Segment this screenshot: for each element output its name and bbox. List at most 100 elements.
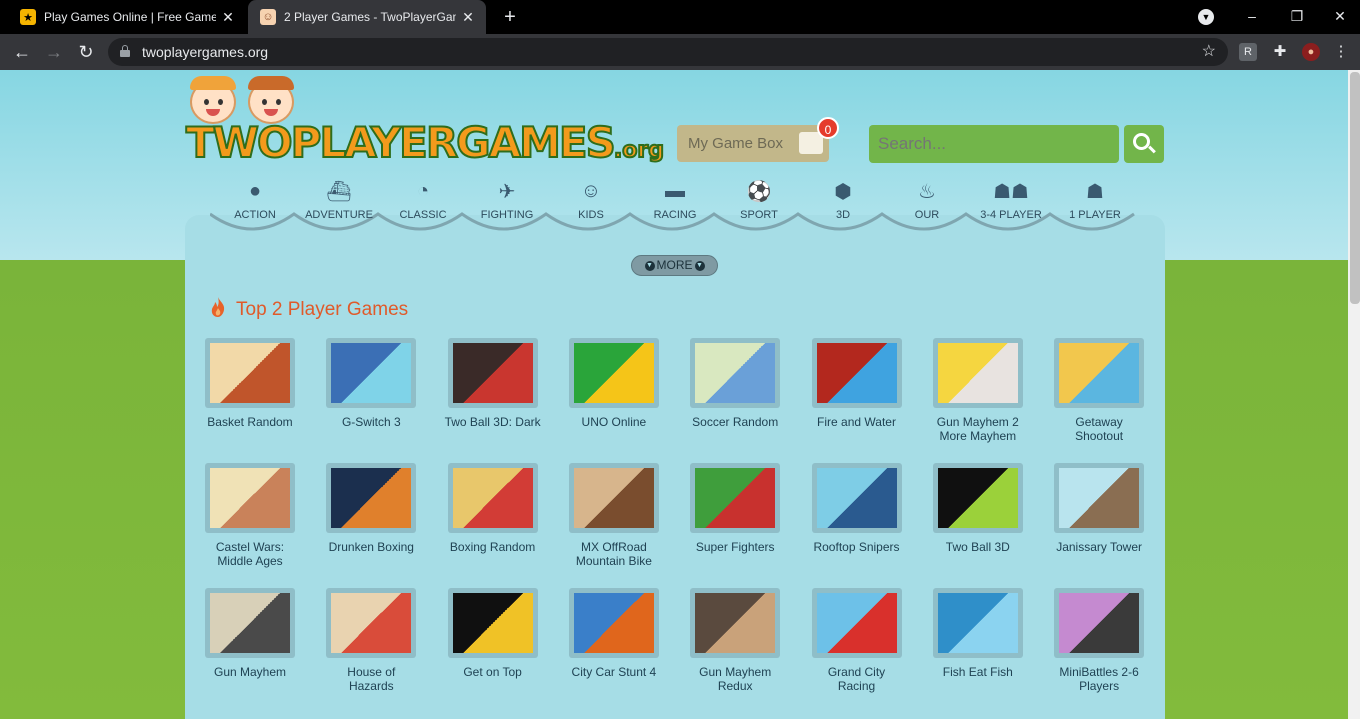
game-thumbnail[interactable] xyxy=(568,463,659,533)
game-thumbnail[interactable] xyxy=(447,338,538,408)
game-thumbnail[interactable] xyxy=(932,588,1023,658)
reload-button[interactable]: ↻ xyxy=(72,38,100,66)
category-racing[interactable]: ▬ RACING xyxy=(633,178,717,222)
minimize-button[interactable]: – xyxy=(1230,0,1274,34)
game-card[interactable]: G-Switch 3 xyxy=(323,338,419,429)
game-thumbnail[interactable] xyxy=(1054,588,1145,658)
game-card[interactable]: Super Fighters xyxy=(687,463,783,554)
category-sport[interactable]: ⚽ SPORT xyxy=(717,178,801,222)
game-title[interactable]: Soccer Random xyxy=(675,415,795,429)
category-classic[interactable]: ◔ CLASSIC xyxy=(381,178,465,222)
game-title[interactable]: Gun Mayhem xyxy=(190,665,310,679)
game-thumbnail[interactable] xyxy=(205,463,295,533)
game-thumbnail[interactable] xyxy=(811,338,902,408)
tab-search-icon[interactable]: ▼ xyxy=(1198,9,1214,25)
game-card[interactable]: Gun Mayhem Redux xyxy=(687,588,783,693)
game-thumbnail[interactable] xyxy=(690,338,781,408)
game-title[interactable]: MiniBattles 2-6 Players xyxy=(1039,665,1159,693)
more-categories-button[interactable]: ▼ MORE ▼ xyxy=(631,255,718,276)
game-thumbnail[interactable] xyxy=(811,463,902,533)
game-card[interactable]: Fire and Water xyxy=(809,338,905,429)
game-card[interactable]: Drunken Boxing xyxy=(323,463,419,554)
game-thumbnail[interactable] xyxy=(932,338,1023,408)
category-fighting[interactable]: ✈ FIGHTING xyxy=(465,178,549,222)
extensions-puzzle-icon[interactable]: ✚ xyxy=(1271,43,1289,61)
my-game-box-button[interactable]: My Game Box 0 xyxy=(677,117,839,162)
game-card[interactable]: Rooftop Snipers xyxy=(809,463,905,554)
game-thumbnail[interactable] xyxy=(205,338,295,408)
game-card[interactable]: MX OffRoad Mountain Bike xyxy=(566,463,662,568)
game-title[interactable]: Get on Top xyxy=(433,665,553,679)
url-text[interactable]: twoplayergames.org xyxy=(142,38,268,66)
game-thumbnail[interactable] xyxy=(811,588,902,658)
game-card[interactable]: Soccer Random xyxy=(687,338,783,429)
game-title[interactable]: Getaway Shootout xyxy=(1039,415,1159,443)
game-title[interactable]: Basket Random xyxy=(190,415,310,429)
game-thumbnail[interactable] xyxy=(447,588,538,658)
game-title[interactable]: UNO Online xyxy=(554,415,674,429)
address-bar[interactable]: twoplayergames.org ☆ xyxy=(108,38,1228,66)
game-card[interactable]: UNO Online xyxy=(566,338,662,429)
game-card[interactable]: Janissary Tower xyxy=(1051,463,1147,554)
game-title[interactable]: House of Hazards xyxy=(311,665,431,693)
game-title[interactable]: Gun Mayhem 2 More Mayhem xyxy=(918,415,1038,443)
menu-kebab-icon[interactable]: ⋮ xyxy=(1332,43,1350,61)
game-card[interactable]: Gun Mayhem 2 More Mayhem xyxy=(930,338,1026,443)
category-adventure[interactable]: ⛴ ADVENTURE xyxy=(297,178,381,222)
back-button[interactable]: ← xyxy=(8,38,36,66)
maximize-button[interactable]: ❐ xyxy=(1275,0,1319,34)
game-title[interactable]: Grand City Racing xyxy=(797,665,917,693)
game-title[interactable]: Drunken Boxing xyxy=(311,540,431,554)
game-title[interactable]: Super Fighters xyxy=(675,540,795,554)
game-card[interactable]: Two Ball 3D: Dark xyxy=(445,338,541,429)
game-thumbnail[interactable] xyxy=(326,338,417,408)
game-title[interactable]: Castel Wars: Middle Ages xyxy=(190,540,310,568)
close-tab-icon[interactable]: ✕ xyxy=(216,9,240,26)
game-title[interactable]: Two Ball 3D: Dark xyxy=(433,415,553,429)
game-title[interactable]: Fire and Water xyxy=(797,415,917,429)
game-title[interactable]: City Car Stunt 4 xyxy=(554,665,674,679)
game-title[interactable]: Janissary Tower xyxy=(1039,540,1159,554)
game-thumbnail[interactable] xyxy=(447,463,538,533)
search-button[interactable] xyxy=(1124,125,1164,163)
search-input[interactable] xyxy=(869,125,1119,163)
game-thumbnail[interactable] xyxy=(690,463,781,533)
game-thumbnail[interactable] xyxy=(205,588,295,658)
game-thumbnail[interactable] xyxy=(326,463,417,533)
game-thumbnail[interactable] xyxy=(932,463,1023,533)
extension-r-icon[interactable]: R xyxy=(1239,43,1257,61)
bookmark-star-icon[interactable]: ☆ xyxy=(1202,38,1216,66)
tab-play-games-online[interactable]: ★ Play Games Online | Free Games ✕ xyxy=(8,0,246,34)
lock-icon[interactable] xyxy=(120,45,130,57)
game-title[interactable]: Fish Eat Fish xyxy=(918,665,1038,679)
game-card[interactable]: House of Hazards xyxy=(323,588,419,693)
game-title[interactable]: MX OffRoad Mountain Bike xyxy=(554,540,674,568)
game-card[interactable]: Boxing Random xyxy=(445,463,541,554)
game-card[interactable]: Castel Wars: Middle Ages xyxy=(202,463,298,568)
game-card[interactable]: MiniBattles 2-6 Players xyxy=(1051,588,1147,693)
category-1-player[interactable]: ☗ 1 PLAYER xyxy=(1053,178,1137,222)
page-scrollbar[interactable] xyxy=(1348,70,1360,719)
game-card[interactable]: Get on Top xyxy=(445,588,541,679)
forward-button[interactable]: → xyxy=(40,38,68,66)
game-card[interactable]: Fish Eat Fish xyxy=(930,588,1026,679)
game-title[interactable]: Rooftop Snipers xyxy=(797,540,917,554)
game-card[interactable]: Getaway Shootout xyxy=(1051,338,1147,443)
game-card[interactable]: Basket Random xyxy=(202,338,298,429)
category-3-4-player[interactable]: ☗☗ 3-4 PLAYER xyxy=(969,178,1053,222)
category-3d[interactable]: ⬢ 3D xyxy=(801,178,885,222)
game-thumbnail[interactable] xyxy=(568,338,659,408)
game-title[interactable]: G-Switch 3 xyxy=(311,415,431,429)
game-thumbnail[interactable] xyxy=(690,588,781,658)
game-title[interactable]: Two Ball 3D xyxy=(918,540,1038,554)
tab-two-player-games[interactable]: ☺ 2 Player Games - TwoPlayerGame ✕ xyxy=(248,0,486,34)
game-card[interactable]: Two Ball 3D xyxy=(930,463,1026,554)
game-card[interactable]: City Car Stunt 4 xyxy=(566,588,662,679)
game-title[interactable]: Gun Mayhem Redux xyxy=(675,665,795,693)
scrollbar-thumb[interactable] xyxy=(1350,72,1360,304)
profile-avatar[interactable]: ● xyxy=(1302,43,1320,61)
close-window-button[interactable]: ✕ xyxy=(1318,0,1360,34)
new-tab-button[interactable]: + xyxy=(498,5,522,29)
game-card[interactable]: Grand City Racing xyxy=(809,588,905,693)
game-thumbnail[interactable] xyxy=(1054,463,1145,533)
